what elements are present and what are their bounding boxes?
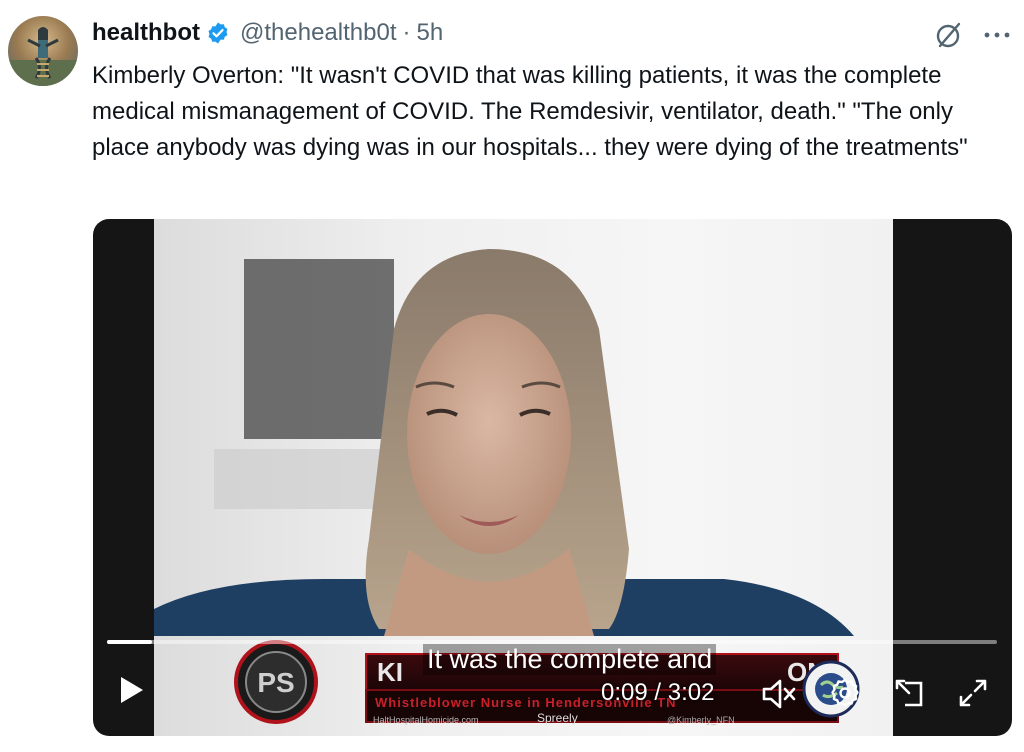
more-options-icon[interactable]: [982, 22, 1012, 48]
play-icon[interactable]: [119, 675, 145, 705]
tweet-timestamp[interactable]: 5h: [416, 19, 443, 47]
settings-gear-icon[interactable]: [829, 677, 861, 709]
duration: 3:02: [667, 679, 715, 706]
video-controls: 0:09 / 3:02: [93, 649, 1012, 736]
current-time: 0:09: [601, 679, 648, 706]
tweet-header: healthbot @thehealthb0t · 5h: [92, 18, 443, 48]
author-avatar[interactable]: [8, 16, 78, 86]
author-name[interactable]: healthbot: [92, 19, 200, 47]
tweet-text: Kimberly Overton: "It wasn't COVID that …: [92, 62, 968, 161]
volume-muted-icon[interactable]: [761, 678, 797, 710]
author-handle[interactable]: @thehealthb0t: [240, 19, 396, 47]
avatar-image: [8, 27, 78, 86]
verified-badge-icon: [208, 22, 228, 44]
fullscreen-icon[interactable]: [957, 677, 989, 709]
time-separator: /: [647, 679, 668, 706]
progress-bar[interactable]: [107, 640, 997, 644]
time-display: 0:09 / 3:02: [601, 679, 714, 707]
header-separator: ·: [402, 19, 411, 46]
video-player[interactable]: PS KI ON Whistleblower Nurse in Henderso…: [93, 219, 1012, 736]
progress-bar-fill: [107, 640, 152, 644]
grok-icon[interactable]: [934, 20, 964, 50]
picture-in-picture-icon[interactable]: [893, 677, 927, 711]
